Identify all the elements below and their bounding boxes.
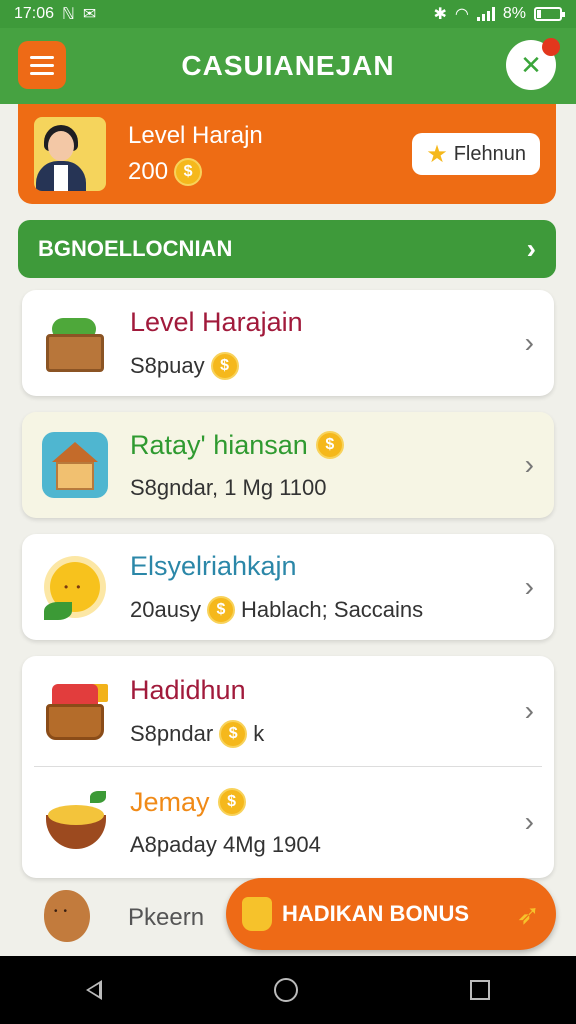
list-item[interactable]: Level Harajain S8puay $ › [22, 290, 554, 396]
back-icon[interactable] [86, 980, 102, 1000]
chevron-right-icon: › [524, 806, 534, 837]
item-subtitle-extra: k [253, 720, 265, 746]
star-icon: ★ [426, 140, 448, 168]
rocket-icon: ➶ [516, 898, 540, 930]
partial-item-title: Pkeern [128, 904, 205, 931]
coin-icon: $ [206, 595, 235, 624]
list-card: Hadidhun S8pndar $ k › Jemay $ A8paday 4M… [22, 656, 554, 878]
item-subtitle: S8gndar, 1 Mg 1100 [130, 474, 327, 500]
item-subtitle: S8pndar [130, 720, 214, 746]
app-title: CASUIANEJAN [181, 50, 395, 81]
house-icon [42, 432, 108, 498]
coin-icon: $ [217, 788, 246, 816]
bluetooth-icon: ✱ [433, 6, 447, 23]
item-subtitle: S8puay [130, 352, 205, 378]
coin-icon: $ [315, 431, 344, 459]
signal-icon [476, 7, 495, 21]
avatar[interactable] [34, 117, 106, 191]
recent-apps-icon[interactable] [470, 980, 490, 1000]
item-title: Hadidhun [130, 674, 246, 705]
gift-basket-icon [42, 678, 108, 744]
item-subtitle-extra: Hablach; Saccains [240, 596, 424, 622]
item-title: Level Harajain [130, 306, 303, 337]
sun-icon: •• [42, 554, 108, 620]
coin-icon: $ [219, 719, 248, 748]
coin-icon: $ [210, 351, 239, 380]
gift-icon [242, 897, 272, 931]
list-item[interactable]: Jemay $ A8paday 4Mg 1904 › [22, 767, 554, 877]
status-time: 17:06 [14, 5, 55, 22]
coin-icon: $ [174, 158, 203, 186]
app-logo-button[interactable]: ✕ [506, 38, 560, 90]
list-card: Ratay' hiansan $ S8gndar, 1 Mg 1100 › [22, 412, 554, 518]
section-header[interactable]: BGNOELLOCNIAN › [18, 220, 556, 278]
item-title: Jemay [130, 786, 210, 817]
mail-icon: ✉ [82, 6, 97, 23]
wifi-icon: ◠ [454, 6, 469, 23]
potato-icon: •• [44, 890, 90, 942]
app-logo-icon: ✕ [520, 49, 542, 80]
menu-button[interactable] [18, 41, 66, 89]
profile-points: 200 $ [128, 158, 263, 186]
list-item[interactable]: •• Elsyelriahkajn 20ausy $ Hablach; Sacc… [22, 534, 554, 640]
battery-icon [534, 7, 565, 21]
notification-dot [542, 38, 560, 56]
status-bar: 17:06 ℕ ✉ ✱ ◠ 8% [0, 0, 576, 28]
chevron-right-icon: › [524, 327, 534, 358]
chevron-right-icon: › [524, 571, 534, 602]
soup-bowl-icon [42, 789, 108, 855]
item-title: Ratay' hiansan [130, 429, 308, 460]
list-item[interactable]: Hadidhun S8pndar $ k › [22, 656, 554, 766]
list-card: Level Harajain S8puay $ › [22, 290, 554, 396]
profile-banner: Level Harajn 200 $ ★ Flehnun [18, 104, 556, 204]
battery-percent: 8% [502, 5, 526, 22]
premium-button[interactable]: ★ Flehnun [412, 133, 540, 175]
app-bar: CASUIANEJAN ✕ [0, 28, 576, 104]
points-value: 200 [128, 158, 169, 185]
chevron-right-icon: › [524, 449, 534, 480]
vegetable-crate-icon [42, 310, 108, 376]
profile-level: Level Harajn [128, 122, 263, 149]
system-nav-bar [0, 956, 576, 1024]
home-icon[interactable] [274, 978, 298, 1002]
list-card: •• Elsyelriahkajn 20ausy $ Hablach; Sacc… [22, 534, 554, 640]
bonus-button[interactable]: HADIKAN BONUS ➶ [226, 878, 556, 950]
premium-label: Flehnun [453, 142, 526, 165]
chevron-right-icon: › [524, 695, 534, 726]
item-subtitle: 20ausy [130, 596, 201, 622]
item-subtitle: A8paday 4Mg 1904 [130, 831, 321, 857]
bonus-label: HADIKAN BONUS [282, 901, 469, 926]
section-title: BGNOELLOCNIAN [38, 236, 233, 261]
nfc-icon: ℕ [62, 6, 75, 23]
item-title: Elsyelriahkajn [130, 550, 297, 581]
list-item[interactable]: Ratay' hiansan $ S8gndar, 1 Mg 1100 › [22, 412, 554, 518]
chevron-right-icon: › [526, 233, 536, 264]
